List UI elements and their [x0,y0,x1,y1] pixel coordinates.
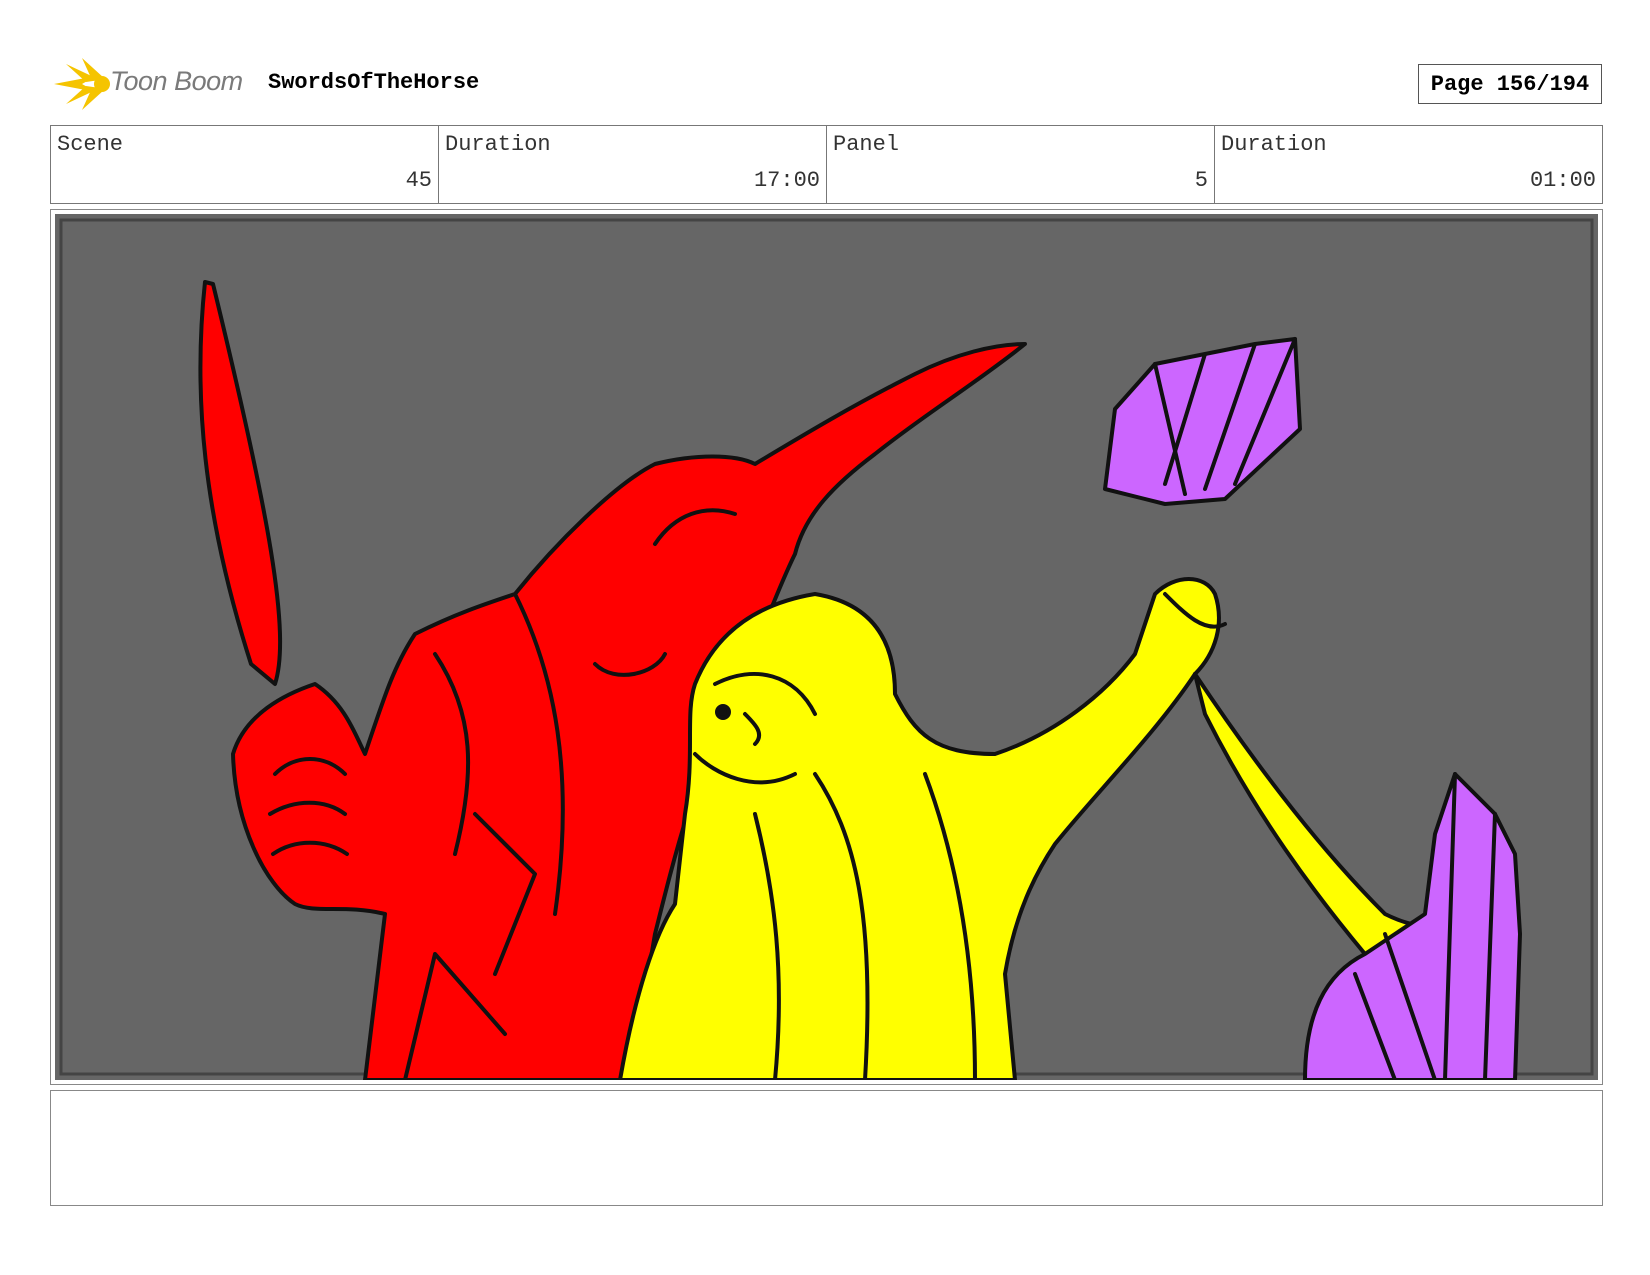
scene-duration-label: Duration [445,132,551,157]
scene-duration-cell: Duration 17:00 [439,126,827,203]
page-indicator: Page 156/194 [1418,64,1602,104]
logo-text: Toon Boom [110,66,243,96]
scene-cell: Scene 45 [51,126,439,203]
panel-duration-value: 01:00 [1529,168,1596,193]
panel-duration-cell: Duration 01:00 [1215,126,1602,203]
scene-label: Scene [57,132,124,157]
panel-drawing [55,214,1598,1080]
panel-notes-box [50,1090,1603,1206]
scene-duration-value: 17:00 [753,168,820,193]
panel-info-row: Scene 45 Duration 17:00 Panel 5 Duration… [50,125,1603,204]
panel-duration-label: Duration [1221,132,1327,157]
panel-cell: Panel 5 [827,126,1215,203]
storyboard-panel [50,209,1603,1085]
panel-value: 5 [1194,168,1208,193]
panel-label: Panel [833,132,900,157]
scene-value: 45 [405,168,432,193]
project-title: SwordsOfTheHorse [268,70,480,95]
